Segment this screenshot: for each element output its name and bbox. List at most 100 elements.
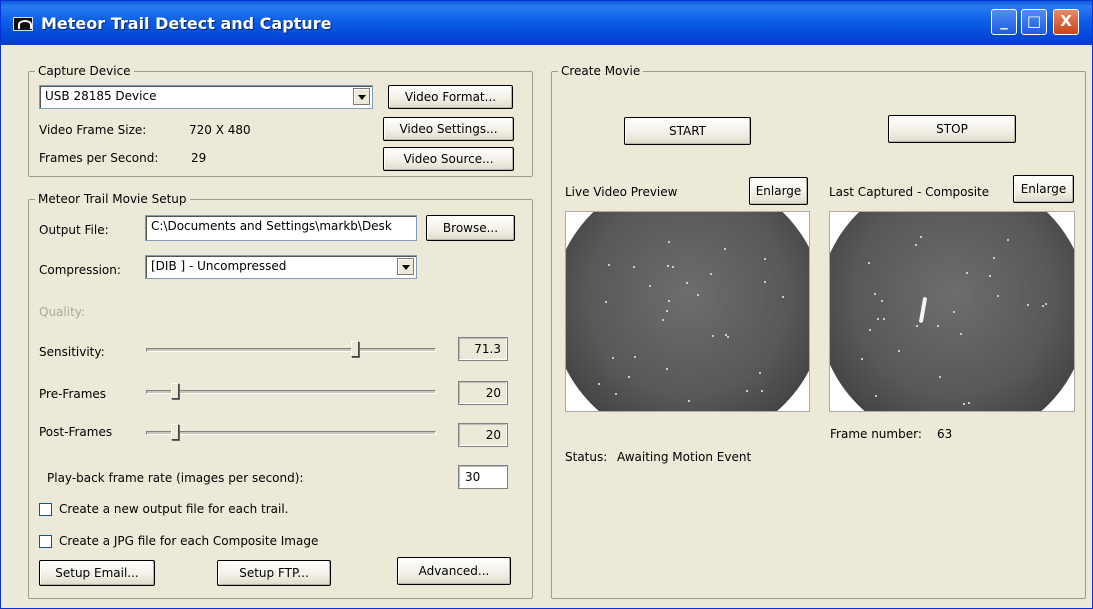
movie-setup-group-label: Meteor Trail Movie Setup bbox=[35, 192, 190, 206]
browse-button[interactable]: Browse... bbox=[426, 215, 515, 241]
star-dot bbox=[758, 371, 761, 374]
sensitivity-label: Sensitivity: bbox=[39, 345, 105, 359]
star-dot bbox=[726, 336, 729, 339]
star-dot bbox=[989, 275, 992, 278]
star-dot bbox=[868, 328, 871, 331]
new-file-checkbox-label[interactable]: Create a new output file for each trail. bbox=[59, 502, 289, 516]
composite-label: Last Captured - Composite bbox=[829, 185, 990, 199]
pre-frames-label: Pre-Frames bbox=[39, 387, 107, 401]
star-dot bbox=[1045, 303, 1047, 306]
star-dot bbox=[880, 300, 883, 303]
sensitivity-value[interactable]: 71.3 bbox=[458, 337, 508, 361]
star-dot bbox=[665, 368, 668, 371]
star-dot bbox=[936, 325, 939, 328]
compression-label: Compression: bbox=[39, 263, 121, 277]
capture-device-value: USB 28185 Device bbox=[45, 89, 157, 103]
frame-number-value: 63 bbox=[937, 427, 953, 441]
fps-label: Frames per Second: bbox=[39, 151, 159, 165]
star-dot bbox=[882, 317, 885, 320]
jpg-composite-checkbox[interactable] bbox=[39, 535, 52, 548]
minimize-button[interactable]: _ bbox=[991, 9, 1017, 35]
star-dot bbox=[915, 243, 918, 246]
pre-frames-value[interactable]: 20 bbox=[458, 381, 508, 405]
status-value: Awaiting Motion Event bbox=[617, 450, 752, 464]
live-preview-label: Live Video Preview bbox=[565, 185, 678, 199]
create-movie-group-label: Create Movie bbox=[558, 64, 644, 78]
star-dot bbox=[633, 355, 636, 358]
star-dot bbox=[874, 394, 877, 397]
star-dot bbox=[781, 295, 784, 298]
pre-frames-slider-track[interactable] bbox=[146, 390, 436, 394]
title-bar[interactable]: Meteor Trail Detect and Capture _ □ X bbox=[1, 1, 1092, 45]
sky-image bbox=[830, 212, 1074, 411]
star-dot bbox=[627, 375, 630, 378]
pre-frames-slider-thumb[interactable] bbox=[171, 383, 179, 399]
capture-device-select[interactable]: USB 28185 Device bbox=[39, 85, 373, 109]
live-video-preview[interactable] bbox=[565, 211, 810, 412]
maximize-button[interactable]: □ bbox=[1021, 9, 1047, 35]
star-dot bbox=[697, 293, 700, 296]
close-icon: X bbox=[1060, 12, 1072, 30]
jpg-composite-checkbox-label[interactable]: Create a JPG file for each Composite Ima… bbox=[59, 534, 318, 548]
setup-ftp-button[interactable]: Setup FTP... bbox=[217, 560, 331, 586]
star-dot bbox=[667, 265, 670, 268]
close-button[interactable]: X bbox=[1053, 9, 1079, 35]
star-dot bbox=[919, 236, 922, 239]
star-dot bbox=[671, 265, 674, 268]
sensitivity-slider-track[interactable] bbox=[146, 348, 436, 352]
window-title: Meteor Trail Detect and Capture bbox=[41, 14, 332, 33]
status-label: Status: bbox=[565, 450, 608, 464]
composite-preview[interactable] bbox=[829, 211, 1075, 412]
star-dot bbox=[711, 335, 714, 338]
star-dot bbox=[997, 294, 1000, 297]
start-button[interactable]: START bbox=[624, 117, 751, 145]
star-dot bbox=[649, 285, 652, 287]
star-dot bbox=[1027, 303, 1030, 306]
star-dot bbox=[877, 317, 880, 320]
star-dot bbox=[662, 319, 665, 322]
stop-button[interactable]: STOP bbox=[888, 115, 1016, 143]
chevron-down-icon[interactable] bbox=[397, 258, 414, 275]
star-dot bbox=[611, 356, 614, 359]
playback-rate-input[interactable]: 30 bbox=[458, 465, 508, 489]
post-frames-slider-track[interactable] bbox=[146, 431, 436, 435]
star-dot bbox=[597, 382, 600, 385]
app-icon bbox=[13, 17, 33, 31]
fps-value: 29 bbox=[191, 151, 207, 165]
star-dot bbox=[953, 310, 956, 313]
chevron-down-icon[interactable] bbox=[353, 88, 370, 105]
star-dot bbox=[962, 402, 965, 405]
compression-select[interactable]: [DIB ] - Uncompressed bbox=[145, 255, 417, 279]
star-dot bbox=[614, 393, 617, 396]
star-dot bbox=[960, 333, 963, 336]
sky-image bbox=[566, 212, 809, 411]
star-dot bbox=[898, 350, 901, 353]
output-file-label: Output File: bbox=[39, 223, 109, 237]
capture-device-group-label: Capture Device bbox=[35, 64, 134, 78]
output-file-input[interactable]: C:\Documents and Settings\markb\Desk bbox=[145, 215, 417, 241]
compression-value: [DIB ] - Uncompressed bbox=[151, 259, 287, 273]
star-dot bbox=[861, 358, 864, 361]
star-dot bbox=[668, 300, 671, 303]
new-file-checkbox[interactable] bbox=[39, 503, 52, 516]
sensitivity-slider-thumb[interactable] bbox=[350, 341, 359, 357]
star-dot bbox=[668, 240, 671, 243]
star-dot bbox=[745, 390, 748, 393]
star-dot bbox=[686, 281, 689, 284]
frame-number-label: Frame number: bbox=[830, 427, 922, 441]
meteor-trail bbox=[918, 296, 928, 324]
star-dot bbox=[687, 399, 690, 402]
quality-label: Quality: bbox=[39, 305, 86, 319]
star-dot bbox=[992, 256, 995, 259]
video-source-button[interactable]: Video Source... bbox=[383, 147, 514, 171]
live-enlarge-button[interactable]: Enlarge bbox=[749, 177, 808, 205]
star-dot bbox=[967, 402, 970, 405]
post-frames-slider-thumb[interactable] bbox=[171, 424, 179, 440]
video-format-button[interactable]: Video Format... bbox=[388, 85, 513, 109]
video-settings-button[interactable]: Video Settings... bbox=[383, 117, 514, 141]
setup-email-button[interactable]: Setup Email... bbox=[39, 560, 155, 586]
post-frames-value[interactable]: 20 bbox=[458, 423, 508, 447]
advanced-button[interactable]: Advanced... bbox=[397, 557, 511, 585]
star-dot bbox=[1042, 304, 1045, 307]
composite-enlarge-button[interactable]: Enlarge bbox=[1013, 175, 1074, 203]
